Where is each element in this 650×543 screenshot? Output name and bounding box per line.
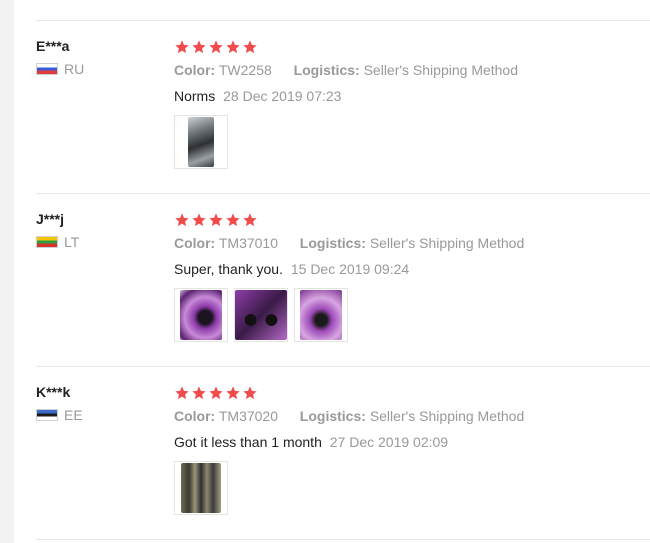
color-value: TM37020	[218, 408, 279, 424]
star-icon	[192, 40, 206, 54]
review-text-line: Super, thank you. 15 Dec 2019 09:24	[174, 260, 644, 278]
review-body: Color: TM37020 Logistics: Seller's Shipp…	[174, 385, 644, 515]
color-label: Color:	[174, 408, 216, 424]
photo-image	[300, 290, 342, 340]
review-text: Norms	[174, 88, 216, 104]
star-icon	[175, 40, 189, 54]
logistics-label: Logistics:	[299, 408, 366, 424]
star-icon	[209, 386, 223, 400]
color-label: Color:	[174, 62, 216, 78]
review-date: 15 Dec 2019 09:24	[290, 261, 410, 277]
star-icon	[175, 386, 189, 400]
country-code: RU	[64, 61, 85, 77]
review-meta: Color: TW2258 Logistics: Seller's Shippi…	[174, 61, 644, 79]
reviewer-country: EE	[36, 407, 166, 423]
review-text: Super, thank you.	[174, 261, 283, 277]
review-date: 28 Dec 2019 07:23	[223, 88, 342, 104]
reviewer-name: J***j	[36, 211, 65, 227]
reviewer-country: LT	[36, 234, 166, 250]
review-meta: Color: TM37010 Logistics: Seller's Shipp…	[174, 234, 644, 252]
flag-icon	[36, 409, 58, 421]
logistics-value: Seller's Shipping Method	[369, 408, 525, 424]
reviewer-country: RU	[36, 61, 166, 77]
reviewer-name: E***a	[36, 38, 70, 54]
review-list: E***a RU Color: TW2258 Logistics: Seller…	[36, 20, 650, 540]
reviewer-name: K***k	[36, 384, 71, 400]
flag-icon	[36, 236, 58, 248]
color-value: TW2258	[218, 62, 272, 78]
review-photos	[174, 461, 644, 515]
star-icon	[209, 40, 223, 54]
logistics-label: Logistics:	[293, 62, 360, 78]
color-value: TM37010	[218, 235, 279, 251]
review-photo-thumbnail[interactable]	[294, 288, 348, 342]
left-gutter	[0, 0, 14, 543]
review-text-line: Got it less than 1 month 27 Dec 2019 02:…	[174, 433, 644, 451]
review-photos	[174, 288, 644, 342]
logistics-value: Seller's Shipping Method	[363, 62, 519, 78]
star-icon	[226, 40, 240, 54]
divider	[36, 539, 650, 540]
photo-image	[188, 117, 214, 167]
logistics-value: Seller's Shipping Method	[369, 235, 525, 251]
review-date: 27 Dec 2019 02:09	[329, 434, 449, 450]
logistics-label: Logistics:	[299, 235, 366, 251]
star-icon	[192, 213, 206, 227]
star-icon	[175, 213, 189, 227]
star-icon	[209, 213, 223, 227]
country-code: EE	[64, 407, 83, 423]
review-item: E***a RU Color: TW2258 Logistics: Seller…	[36, 21, 650, 193]
review-text: Got it less than 1 month	[174, 434, 322, 450]
star-rating	[174, 39, 644, 55]
review-photo-thumbnail[interactable]	[174, 461, 228, 515]
review-body: Color: TW2258 Logistics: Seller's Shippi…	[174, 39, 644, 169]
star-icon	[243, 40, 257, 54]
review-item: K***k EE Color: TM37020 Logistics: Selle…	[36, 367, 650, 539]
reviewer-info: J***j LT	[36, 210, 166, 250]
star-icon	[192, 386, 206, 400]
star-rating	[174, 212, 644, 228]
review-photos	[174, 115, 644, 169]
star-icon	[226, 386, 240, 400]
review-item: J***j LT Color: TM37010 Logistics: Selle…	[36, 194, 650, 366]
review-meta: Color: TM37020 Logistics: Seller's Shipp…	[174, 407, 644, 425]
review-text-line: Norms 28 Dec 2019 07:23	[174, 87, 644, 105]
flag-icon	[36, 63, 58, 75]
star-icon	[226, 213, 240, 227]
star-rating	[174, 385, 644, 401]
review-photo-thumbnail[interactable]	[174, 115, 228, 169]
reviewer-info: K***k EE	[36, 383, 166, 423]
reviewer-info: E***a RU	[36, 37, 166, 77]
review-photo-thumbnail[interactable]	[234, 288, 288, 342]
color-label: Color:	[174, 235, 216, 251]
photo-image	[180, 290, 222, 340]
country-code: LT	[64, 234, 80, 250]
star-icon	[243, 386, 257, 400]
review-body: Color: TM37010 Logistics: Seller's Shipp…	[174, 212, 644, 342]
review-photo-thumbnail[interactable]	[174, 288, 228, 342]
star-icon	[243, 213, 257, 227]
photo-image	[235, 290, 287, 340]
photo-image	[181, 463, 221, 513]
